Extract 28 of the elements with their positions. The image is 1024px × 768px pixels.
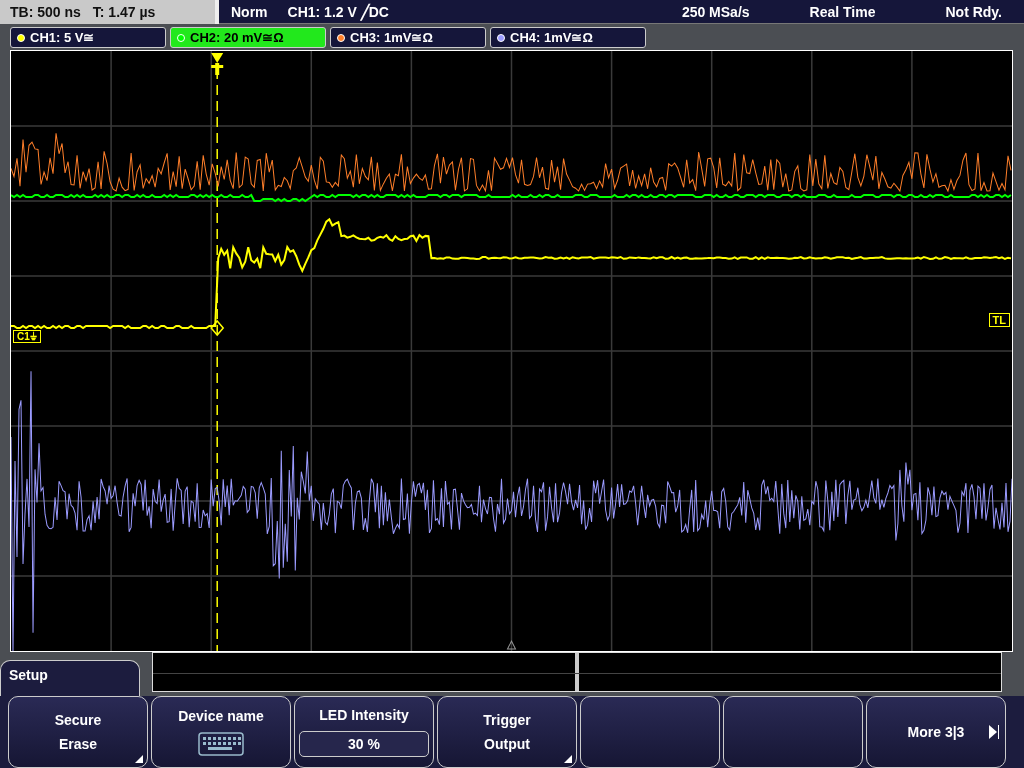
- trigger-setting: CH1: 1.2 V ╱DC: [287, 3, 389, 20]
- submenu-icon: [564, 755, 572, 763]
- acquisition-mode: Real Time: [809, 3, 876, 20]
- menu-title: Setup: [0, 660, 140, 696]
- center-marker-icon: [507, 640, 516, 650]
- channel-tab[interactable]: CH4: 1mV≅Ω: [490, 27, 646, 48]
- softkey[interactable]: [580, 696, 720, 768]
- acquisition-state: Not Rdy.: [945, 3, 1002, 20]
- softkey[interactable]: Secure Erase: [8, 696, 148, 768]
- submenu-icon: [135, 755, 143, 763]
- softkey[interactable]: More 3|3: [866, 696, 1006, 768]
- value-field[interactable]: 30 %: [299, 731, 429, 757]
- softkey[interactable]: LED Intensity 30 %: [294, 696, 434, 768]
- timebase: TB: 500 ns: [10, 4, 81, 20]
- sample-rate: 250 MSa/s: [681, 3, 750, 20]
- trigger-level-marker[interactable]: TL: [988, 313, 1010, 327]
- softkey[interactable]: Trigger Output: [437, 696, 577, 768]
- trigger-mode: Norm: [231, 3, 268, 20]
- softkey[interactable]: Device name: [151, 696, 291, 768]
- channel-marker[interactable]: C1⏚: [13, 330, 41, 343]
- next-page-icon: [989, 725, 999, 739]
- channel-tab[interactable]: CH3: 1mV≅Ω: [330, 27, 486, 48]
- trigger-time: T: 1.47 µs: [92, 4, 156, 20]
- keyboard-icon: [198, 732, 244, 756]
- channel-tab[interactable]: CH1: 5 V≅: [10, 27, 166, 48]
- softkey[interactable]: [723, 696, 863, 768]
- trigger-position-icon[interactable]: [211, 53, 224, 75]
- channel-tab[interactable]: CH2: 20 mV≅Ω: [170, 27, 326, 48]
